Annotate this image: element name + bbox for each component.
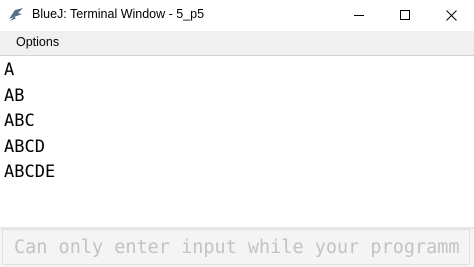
output-line: ABCD — [4, 137, 45, 157]
terminal-input-field[interactable] — [2, 229, 470, 265]
maximize-icon — [399, 10, 410, 20]
menu-options[interactable]: Options — [16, 35, 59, 49]
title-bar[interactable]: BlueJ: Terminal Window - 5_p5 — [0, 0, 474, 31]
maximize-button[interactable] — [382, 0, 428, 31]
window-title: BlueJ: Terminal Window - 5_p5 — [32, 7, 205, 21]
menu-bar: Options — [0, 31, 474, 55]
terminal-window: BlueJ: Terminal Window - 5_p5 Options A … — [0, 0, 474, 267]
minimize-button[interactable] — [336, 0, 382, 31]
output-line: ABC — [4, 111, 35, 131]
output-line: AB — [4, 86, 25, 106]
output-line: A — [4, 60, 15, 80]
output-line: ABCDE — [4, 162, 56, 182]
terminal-output[interactable]: A AB ABC ABCD ABCDE — [0, 55, 474, 227]
close-button[interactable] — [428, 0, 474, 31]
input-panel — [0, 229, 474, 267]
close-icon — [445, 10, 457, 21]
minimize-icon — [353, 15, 364, 16]
bluej-bird-icon — [9, 8, 23, 21]
